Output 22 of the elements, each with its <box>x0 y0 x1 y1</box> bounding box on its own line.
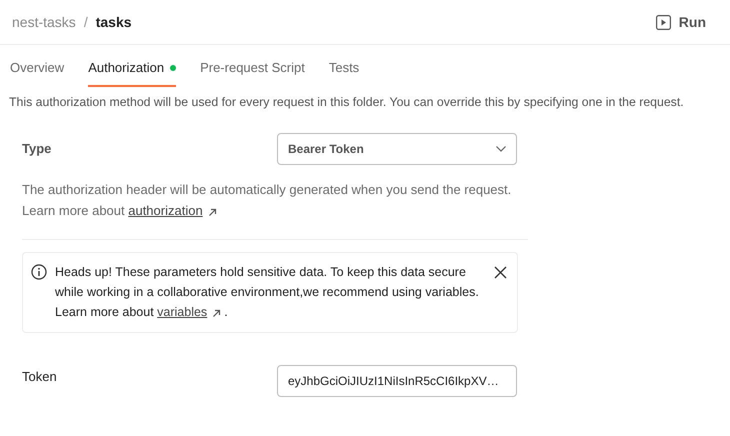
authorization-link[interactable]: authorization <box>128 203 203 218</box>
variables-link[interactable]: variables <box>157 305 208 320</box>
type-label: Type <box>22 140 52 158</box>
token-field[interactable]: eyJhbGciOiJIUzI1NiIsInR5cCI6IkpXV… <box>277 365 517 398</box>
tab[interactable]: Pre-request Script <box>200 48 305 87</box>
external-link-icon <box>208 208 217 216</box>
tab[interactable]: Authorization <box>88 48 176 87</box>
breadcrumb-current: tasks <box>96 12 132 32</box>
external-link-icon <box>212 308 222 318</box>
chevron-down-icon <box>496 146 506 152</box>
status-dot <box>170 65 176 72</box>
description-text: This authorization method will be used for every request in this folder. You can override this by specifying one in the request. <box>8 94 685 111</box>
run-button[interactable]: Run <box>652 10 710 34</box>
alert-text: Heads up! These parameters hold sensitive data. To keep this data secure while working in a collaborative environment,we recommend using variables. Learn more about variables . <box>55 264 480 322</box>
tab[interactable]: Tests <box>328 48 360 87</box>
tab[interactable]: Overview <box>10 48 64 87</box>
auth-type-dropdown[interactable]: Bearer Token <box>277 133 517 166</box>
help-text: The authorization header will be automatically generated when you send the request. Learn more about authorization <box>22 181 512 220</box>
breadcrumb-separator: / <box>84 12 88 32</box>
token-label: Token <box>22 368 57 386</box>
info-icon <box>31 264 47 280</box>
play-icon <box>656 14 671 30</box>
